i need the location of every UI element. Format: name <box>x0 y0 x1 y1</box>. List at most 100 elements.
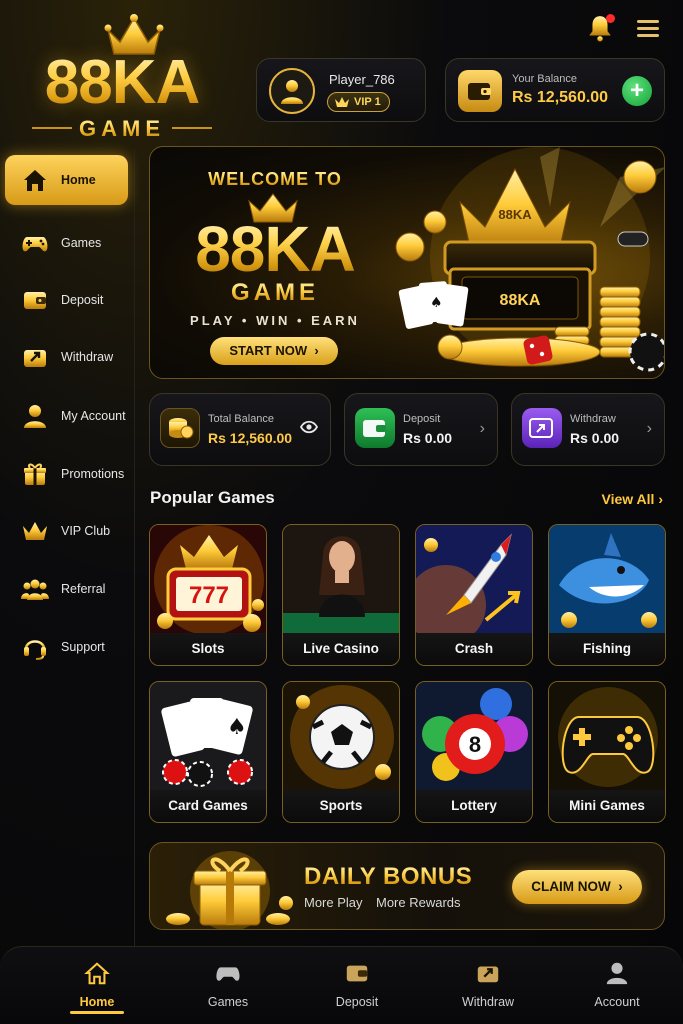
hamburger-icon[interactable] <box>635 14 661 42</box>
game-label: Crash <box>416 633 532 665</box>
stat-value: Rs 12,560.00 <box>208 430 293 446</box>
claim-now-label: CLAIM NOW <box>531 879 611 894</box>
bottom-nav-deposit[interactable]: Deposit <box>312 959 402 1009</box>
start-now-button[interactable]: START NOW › <box>210 337 338 365</box>
bell-icon[interactable] <box>587 14 615 42</box>
game-label: Fishing <box>549 633 665 665</box>
bottom-nav-account[interactable]: Account <box>572 959 662 1009</box>
gamepad-icon <box>183 959 273 987</box>
wallet-icon <box>355 408 395 448</box>
game-tile-card-games[interactable]: ♠ Card Games <box>149 681 267 823</box>
slot-reel-text: 777 <box>189 582 229 609</box>
sidebar-item-label: Games <box>61 236 102 250</box>
game-tile-live-casino[interactable]: Live Casino <box>282 524 400 666</box>
home-icon <box>18 165 52 195</box>
vip-level: VIP 1 <box>354 96 381 108</box>
logo-brand: 88KA <box>22 52 222 114</box>
game-label: Card Games <box>150 790 266 822</box>
lottery-ball-number: 8 <box>469 732 481 757</box>
sidebar: Home Games Deposit Withdraw My Account P… <box>0 148 135 946</box>
game-tile-mini-games[interactable]: Mini Games <box>548 681 666 823</box>
bottom-navigation: Home Games Deposit Withdraw Account <box>0 946 683 1024</box>
game-tile-crash[interactable]: Crash <box>415 524 533 666</box>
daily-bonus-banner[interactable]: DAILY BONUS More Play More Rewards CLAIM… <box>149 842 665 930</box>
sidebar-item-vip-club[interactable]: VIP Club <box>5 506 128 556</box>
bottom-nav-label: Home <box>79 995 115 1009</box>
sidebar-item-referral[interactable]: Referral <box>5 564 128 614</box>
popular-games-title: Popular Games <box>150 488 275 507</box>
withdraw-card[interactable]: Withdraw Rs 0.00 › <box>511 393 665 466</box>
vip-badge: VIP 1 <box>327 92 390 112</box>
game-label: Lottery <box>416 790 532 822</box>
game-tile-slots[interactable]: 777 Slots <box>149 524 267 666</box>
stat-value: Rs 0.00 <box>570 430 620 446</box>
lottery-balls-illustration: 8 <box>416 682 532 792</box>
sidebar-item-games[interactable]: Games <box>5 218 128 268</box>
banner-welcome: WELCOME TO <box>150 169 400 190</box>
withdraw-icon <box>443 959 533 987</box>
game-tile-sports[interactable]: Sports <box>282 681 400 823</box>
sidebar-item-label: Withdraw <box>61 350 114 364</box>
logo-sub: GAME <box>22 116 222 142</box>
stat-value: Rs 0.00 <box>403 430 453 446</box>
shark-illustration <box>549 525 665 635</box>
game-tile-lottery[interactable]: 8 Lottery <box>415 681 533 823</box>
game-label: Sports <box>283 790 399 822</box>
sidebar-item-my-account[interactable]: My Account <box>5 391 128 441</box>
game-tile-fishing[interactable]: Fishing <box>548 524 666 666</box>
dealer-illustration <box>283 525 399 635</box>
coins-icon <box>160 408 200 448</box>
sidebar-item-label: Deposit <box>61 293 104 307</box>
bottom-nav-label: Deposit <box>335 995 379 1009</box>
sidebar-item-home[interactable]: Home <box>5 155 128 205</box>
claim-now-button[interactable]: CLAIM NOW › <box>512 870 642 904</box>
headset-icon <box>18 632 52 662</box>
eye-icon[interactable] <box>299 420 319 439</box>
chest-screen-label: 88KA <box>500 292 541 309</box>
bottom-nav-withdraw[interactable]: Withdraw <box>443 959 533 1009</box>
bottom-nav-label: Games <box>207 995 249 1009</box>
sidebar-item-withdraw[interactable]: Withdraw <box>5 332 128 382</box>
cards-illustration: ♠ <box>150 682 266 792</box>
wallet-icon <box>18 285 52 315</box>
svg-text:♠: ♠ <box>430 295 443 311</box>
sidebar-item-label: Referral <box>61 582 106 596</box>
app-logo[interactable]: 88KA GAME <box>22 12 222 141</box>
view-all-label: View All <box>601 491 655 507</box>
game-label: Live Casino <box>283 633 399 665</box>
sidebar-item-label: VIP Club <box>61 524 111 538</box>
bottom-nav-label: Account <box>594 995 640 1009</box>
avatar <box>269 68 315 114</box>
view-all-link[interactable]: View All › <box>602 491 663 507</box>
sidebar-item-label: Support <box>61 640 105 654</box>
soccer-ball-illustration <box>283 682 399 792</box>
sidebar-item-promotions[interactable]: Promotions <box>5 449 128 499</box>
crown-label: 88KA <box>498 207 532 222</box>
player-name: Player_786 <box>329 72 395 87</box>
banner-tagline: PLAY • WIN • EARN <box>190 313 360 328</box>
total-balance-card: Total Balance Rs 12,560.00 <box>149 393 331 466</box>
sidebar-item-label: My Account <box>61 409 126 423</box>
user-icon <box>281 80 303 104</box>
welcome-banner[interactable]: WELCOME TO 88KA GAME PLAY • WIN • EARN S… <box>149 146 665 379</box>
balance-value: Rs 12,560.00 <box>512 89 609 106</box>
player-profile[interactable]: Player_786 VIP 1 <box>256 58 426 122</box>
gift-icon <box>18 459 52 489</box>
withdraw-icon <box>18 342 52 372</box>
slot-machine-illustration: 777 <box>150 525 266 635</box>
balance-label: Your Balance <box>512 73 578 85</box>
bottom-nav-games[interactable]: Games <box>183 959 273 1009</box>
stat-label: Total Balance <box>208 413 275 425</box>
svg-text:♠: ♠ <box>227 715 247 740</box>
add-funds-button[interactable]: + <box>622 76 652 106</box>
bottom-nav-home[interactable]: Home <box>52 959 142 1014</box>
chevron-right-icon: › <box>479 420 485 437</box>
crown-icon <box>18 516 52 546</box>
sidebar-item-support[interactable]: Support <box>5 622 128 672</box>
stat-label: Deposit <box>403 413 441 425</box>
deposit-card[interactable]: Deposit Rs 0.00 › <box>344 393 498 466</box>
user-icon <box>572 959 662 987</box>
sidebar-item-label: Home <box>61 173 96 187</box>
home-icon <box>52 959 142 987</box>
sidebar-item-deposit[interactable]: Deposit <box>5 275 128 325</box>
